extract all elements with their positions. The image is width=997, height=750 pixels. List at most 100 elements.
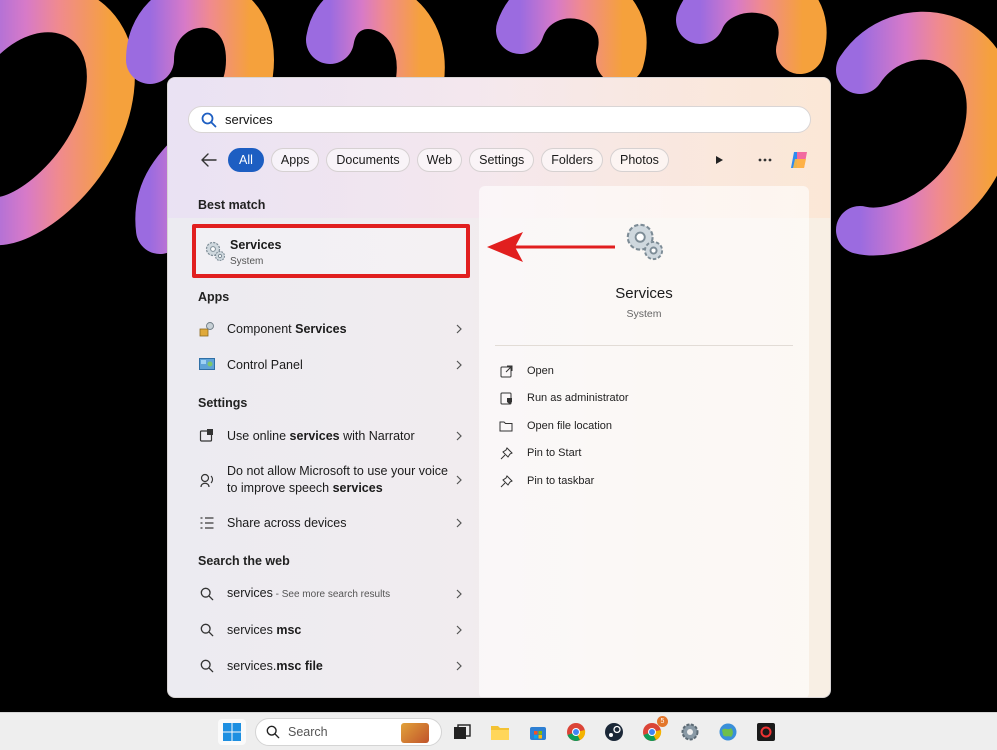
list-item-web-services-msc[interactable]: services msc	[198, 621, 464, 639]
item-text: services	[227, 586, 273, 600]
open-icon	[499, 364, 513, 378]
file-explorer-button[interactable]	[486, 719, 514, 745]
tab-all[interactable]: All	[228, 148, 264, 172]
action-open[interactable]: Open	[499, 364, 554, 378]
speech-icon	[198, 471, 216, 489]
tab-photos[interactable]: Photos	[610, 148, 669, 172]
item-text-bold: Services	[295, 322, 346, 336]
chevron-right-icon	[454, 625, 464, 635]
chevron-right-icon	[454, 324, 464, 334]
list-item-share-across-devices[interactable]: Share across devices	[198, 514, 464, 532]
action-run-as-administrator[interactable]: Run as administrator	[499, 391, 629, 405]
steam-icon	[604, 722, 624, 742]
back-arrow-icon[interactable]	[198, 149, 220, 171]
results-list: Best match Services System Apps Componen…	[168, 186, 473, 698]
item-text: services	[227, 623, 276, 637]
action-pin-to-start[interactable]: Pin to Start	[499, 446, 581, 460]
item-text-bold: msc file	[276, 659, 323, 673]
search-icon	[198, 585, 216, 603]
windows-logo-icon	[222, 722, 242, 742]
taskbar-search[interactable]: Search	[255, 718, 442, 746]
details-title: Services	[479, 285, 809, 302]
settings-heading: Settings	[198, 396, 247, 410]
narrator-icon	[198, 427, 216, 445]
list-item-speech-services[interactable]: Do not allow Microsoft to use your voice…	[198, 463, 464, 497]
item-text: services.	[227, 659, 276, 673]
search-highlight-icon	[401, 723, 429, 743]
item-text-muted: - See more search results	[273, 589, 390, 600]
steam-button[interactable]	[600, 719, 628, 745]
pin-icon	[499, 474, 513, 488]
chevron-right-icon	[454, 518, 464, 528]
search-web-heading: Search the web	[198, 554, 290, 568]
chevron-right-icon	[454, 475, 464, 485]
action-open-file-location[interactable]: Open file location	[499, 419, 612, 433]
list-item-component-services[interactable]: Component Services	[198, 320, 464, 338]
item-text: Share across devices	[227, 515, 454, 532]
tab-settings[interactable]: Settings	[469, 148, 534, 172]
services-gear-icon	[623, 220, 665, 262]
chrome-profile-button[interactable]: 5	[638, 719, 666, 745]
action-label: Open	[527, 365, 554, 377]
action-pin-to-taskbar[interactable]: Pin to taskbar	[499, 474, 594, 488]
best-match-heading: Best match	[198, 198, 265, 212]
control-panel-icon	[198, 356, 216, 374]
more-filters-play-icon[interactable]	[706, 148, 732, 172]
chrome-icon	[566, 722, 586, 742]
tab-folders[interactable]: Folders	[541, 148, 603, 172]
action-label: Open file location	[527, 420, 612, 432]
search-input[interactable]	[225, 112, 785, 127]
search-box[interactable]	[188, 106, 811, 133]
list-item-control-panel[interactable]: Control Panel	[198, 356, 464, 374]
list-item-web-services-msc-file[interactable]: services.msc file	[198, 657, 464, 675]
notification-badge: 5	[657, 716, 668, 727]
action-label: Pin to taskbar	[527, 475, 594, 487]
search-icon	[266, 725, 280, 739]
filter-tabs: All Apps Documents Web Settings Folders …	[198, 148, 676, 172]
list-item-web-services[interactable]: services - See more search results	[198, 585, 464, 603]
file-explorer-icon	[490, 723, 510, 741]
component-services-icon	[198, 320, 216, 338]
chevron-right-icon	[454, 431, 464, 441]
share-devices-icon	[198, 514, 216, 532]
weather-app-button[interactable]	[714, 719, 742, 745]
more-options-icon[interactable]	[752, 148, 778, 172]
taskbar-search-label: Search	[288, 725, 328, 739]
start-button[interactable]	[218, 719, 246, 745]
search-icon	[198, 657, 216, 675]
copilot-icon[interactable]	[786, 148, 812, 172]
chevron-right-icon	[454, 360, 464, 370]
item-text-bold: services	[290, 429, 340, 443]
list-item-narrator-services[interactable]: Use online services with Narrator	[198, 427, 464, 445]
item-text-bold: msc	[276, 623, 301, 637]
action-label: Pin to Start	[527, 447, 581, 459]
best-match-type: System	[230, 256, 263, 267]
tab-documents[interactable]: Documents	[326, 148, 409, 172]
action-label: Run as administrator	[527, 392, 629, 404]
start-search-flyout: All Apps Documents Web Settings Folders …	[167, 77, 831, 698]
item-text: Component	[227, 322, 295, 336]
search-icon	[201, 112, 217, 128]
chrome-button[interactable]	[562, 719, 590, 745]
item-text-suffix: with Narrator	[340, 429, 415, 443]
item-text: Use online	[227, 429, 290, 443]
best-match-services[interactable]: Services System	[192, 224, 470, 278]
taskbar: Search 5	[0, 712, 997, 750]
red-arrow-annotation	[485, 230, 620, 266]
screen-recorder-button[interactable]	[752, 719, 780, 745]
folder-icon	[499, 419, 513, 433]
microsoft-store-button[interactable]	[524, 719, 552, 745]
services-gear-icon	[204, 240, 226, 262]
globe-icon	[718, 722, 738, 742]
tab-web[interactable]: Web	[417, 148, 462, 172]
store-icon	[529, 723, 547, 741]
apps-heading: Apps	[198, 290, 229, 304]
record-icon	[756, 722, 776, 742]
settings-button[interactable]	[676, 719, 704, 745]
task-view-icon	[453, 724, 471, 740]
task-view-button[interactable]	[448, 719, 476, 745]
tab-apps[interactable]: Apps	[271, 148, 320, 172]
details-subtitle: System	[479, 308, 809, 320]
shield-icon	[499, 391, 513, 405]
chevron-right-icon	[454, 661, 464, 671]
